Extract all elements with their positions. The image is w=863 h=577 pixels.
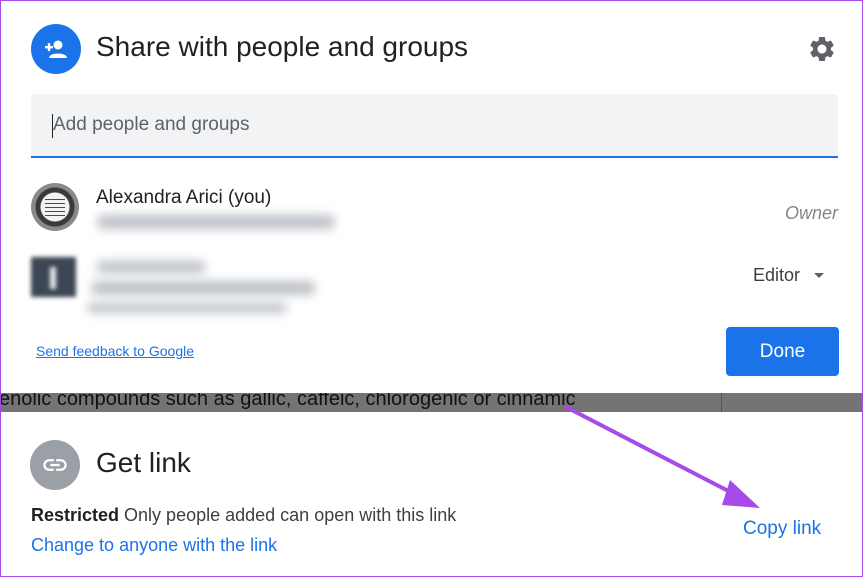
person-add-icon [31, 24, 81, 74]
dialog-title: Share with people and groups [96, 31, 469, 62]
redacted-email [97, 215, 335, 229]
access-description: Only people added can open with this lin… [124, 505, 457, 525]
settings-button[interactable] [804, 31, 840, 67]
document-divider [721, 393, 722, 412]
get-link-title: Get link [96, 447, 191, 478]
redacted-email [91, 281, 315, 295]
person-name: Alexandra Arici (you) [96, 187, 272, 208]
person-row-editor: Editor [31, 257, 838, 317]
person-row-owner: Alexandra Arici (you) Owner [31, 183, 838, 243]
chevron-down-icon [814, 273, 824, 278]
link-icon [30, 440, 80, 490]
owner-role-label: Owner [784, 203, 838, 223]
get-link-dialog: Get link Restricted Only people added ca… [1, 412, 862, 576]
document-text: enolic compounds such as gallic, caffeic… [1, 393, 576, 410]
add-people-input[interactable] [31, 94, 838, 156]
link-access-status: Restricted Only people added can open wi… [31, 505, 456, 526]
redacted-name [96, 261, 206, 273]
send-feedback-link[interactable]: Send feedback to Google [36, 343, 194, 359]
collaborator-avatar [31, 257, 76, 297]
add-people-field[interactable] [31, 94, 838, 158]
change-access-link[interactable]: Change to anyone with the link [31, 535, 277, 556]
done-button[interactable]: Done [726, 327, 839, 376]
role-dropdown[interactable]: Editor [753, 265, 824, 286]
redacted-detail [87, 303, 287, 313]
access-level: Restricted [31, 505, 120, 525]
copy-link-button[interactable]: Copy link [743, 518, 821, 540]
background-document: enolic compounds such as gallic, caffeic… [1, 393, 862, 412]
user-avatar [31, 183, 79, 231]
role-dropdown-label: Editor [752, 265, 800, 285]
gear-icon [810, 36, 834, 61]
share-dialog: Share with people and groups Alexandra A… [1, 1, 862, 393]
text-cursor [52, 114, 53, 138]
